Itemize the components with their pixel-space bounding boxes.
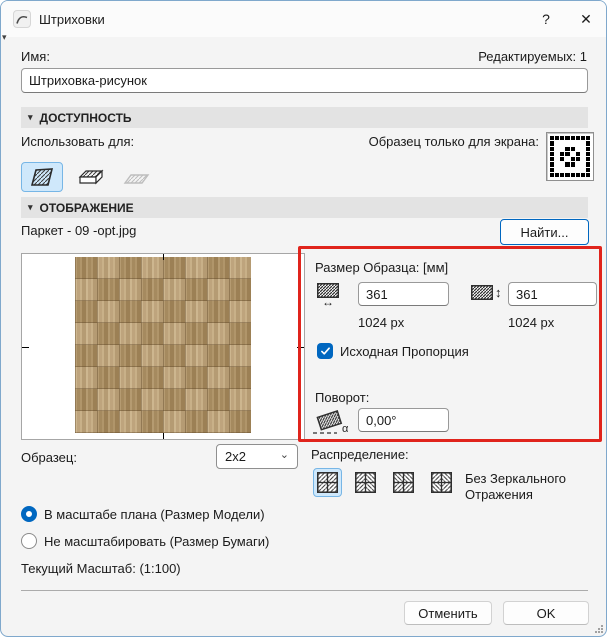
parquet-texture-preview xyxy=(75,257,251,433)
distribution-none-button[interactable] xyxy=(313,468,342,497)
panel-collapse-icon[interactable]: ▾ xyxy=(2,32,7,43)
tick-bottom xyxy=(163,433,164,439)
fill-type-cut-button xyxy=(115,162,157,192)
image-preview-box xyxy=(21,253,305,440)
tick-left xyxy=(22,346,29,348)
sample-height-input[interactable] xyxy=(508,282,597,306)
distribution-mirror-both-button[interactable] xyxy=(427,468,456,497)
scale-model-label: В масштабе плана (Размер Модели) xyxy=(44,507,265,522)
proportion-checkbox[interactable] xyxy=(317,343,333,359)
distribution-mirror-both-icon xyxy=(431,472,452,493)
rotation-icon: α xyxy=(311,407,351,437)
height-icon: ↕ xyxy=(471,285,502,300)
screen-sample-bitmap xyxy=(550,136,590,177)
resize-grip[interactable] xyxy=(595,625,603,633)
ok-button[interactable]: OK xyxy=(503,601,589,625)
close-button[interactable]: ✕ xyxy=(566,4,606,34)
rotation-input[interactable] xyxy=(358,408,449,432)
screen-sample-label: Образец только для экрана: xyxy=(368,134,539,149)
width-pixels: 1024 px xyxy=(358,315,405,330)
proportion-label: Исходная Пропорция xyxy=(340,344,469,359)
distribution-none-icon xyxy=(317,472,338,493)
mirror-status-label: Без Зеркального Отражения xyxy=(465,471,567,502)
distribution-mirror-vertical-icon xyxy=(355,472,376,493)
cover-fill-icon xyxy=(78,169,103,185)
chevron-down-icon: ▾ xyxy=(28,112,33,122)
fill-type-drafting-button[interactable] xyxy=(21,162,63,192)
chevron-down-icon: ▾ xyxy=(28,202,33,212)
use-for-label: Использовать для: xyxy=(21,134,135,149)
height-arrow-icon: ↕ xyxy=(495,285,502,300)
section-display[interactable]: ▾ ОТОБРАЖЕНИЕ xyxy=(21,197,588,218)
editable-count: Редактируемых: 1 xyxy=(478,49,587,64)
sample-dropdown[interactable]: 2x2 ⌄ xyxy=(216,444,298,469)
sample-label: Образец: xyxy=(21,450,77,465)
height-pixels: 1024 px xyxy=(508,315,555,330)
sample-width-input[interactable] xyxy=(358,282,449,306)
image-filename: Паркет - 09 -opt.jpg xyxy=(21,223,137,238)
section-availability-label: ДОСТУПНОСТЬ xyxy=(39,110,132,125)
titlebar: Штриховки ? ✕ xyxy=(1,1,606,37)
screen-sample-preview xyxy=(546,132,594,181)
scale-paper-label: Не масштабировать (Размер Бумаги) xyxy=(44,534,270,549)
distribution-label: Распределение: xyxy=(311,447,409,462)
distribution-mirror-horizontal-icon xyxy=(393,472,414,493)
distribution-mirror-vertical-button[interactable] xyxy=(351,468,380,497)
footer-divider xyxy=(21,590,588,591)
scale-model-radio[interactable] xyxy=(21,506,37,522)
checkmark-icon xyxy=(320,347,330,355)
name-label: Имя: xyxy=(21,49,50,64)
name-input[interactable] xyxy=(21,68,588,93)
window-title: Штриховки xyxy=(39,11,105,27)
current-scale-label: Текущий Масштаб: (1:100) xyxy=(21,561,181,576)
help-button[interactable]: ? xyxy=(526,4,566,34)
tick-top xyxy=(163,254,164,260)
drafting-fill-icon xyxy=(30,168,54,186)
arc-icon xyxy=(16,15,28,24)
section-display-label: ОТОБРАЖЕНИЕ xyxy=(39,200,134,215)
fills-dialog: Штриховки ? ✕ ▾ Имя: Редактируемых: 1 ▾ … xyxy=(0,0,607,637)
sample-dropdown-value: 2x2 xyxy=(225,449,246,464)
sample-size-panel: Размер Образца: [мм] ↔ 1024 px ↕ 1024 px… xyxy=(298,246,602,442)
fill-type-cover-button[interactable] xyxy=(69,162,111,192)
cut-fill-icon xyxy=(123,174,149,184)
find-button[interactable]: Найти... xyxy=(500,219,589,245)
chevron-down-icon: ⌄ xyxy=(279,449,289,461)
cancel-button[interactable]: Отменить xyxy=(404,601,492,625)
alpha-icon: α xyxy=(342,423,349,435)
size-label: Размер Образца: [мм] xyxy=(315,260,449,275)
section-availability[interactable]: ▾ ДОСТУПНОСТЬ xyxy=(21,107,588,128)
rotation-label: Поворот: xyxy=(315,390,370,405)
scale-paper-radio[interactable] xyxy=(21,533,37,549)
app-icon xyxy=(13,10,31,28)
distribution-mirror-horizontal-button[interactable] xyxy=(389,468,418,497)
width-icon: ↔ xyxy=(317,283,339,309)
